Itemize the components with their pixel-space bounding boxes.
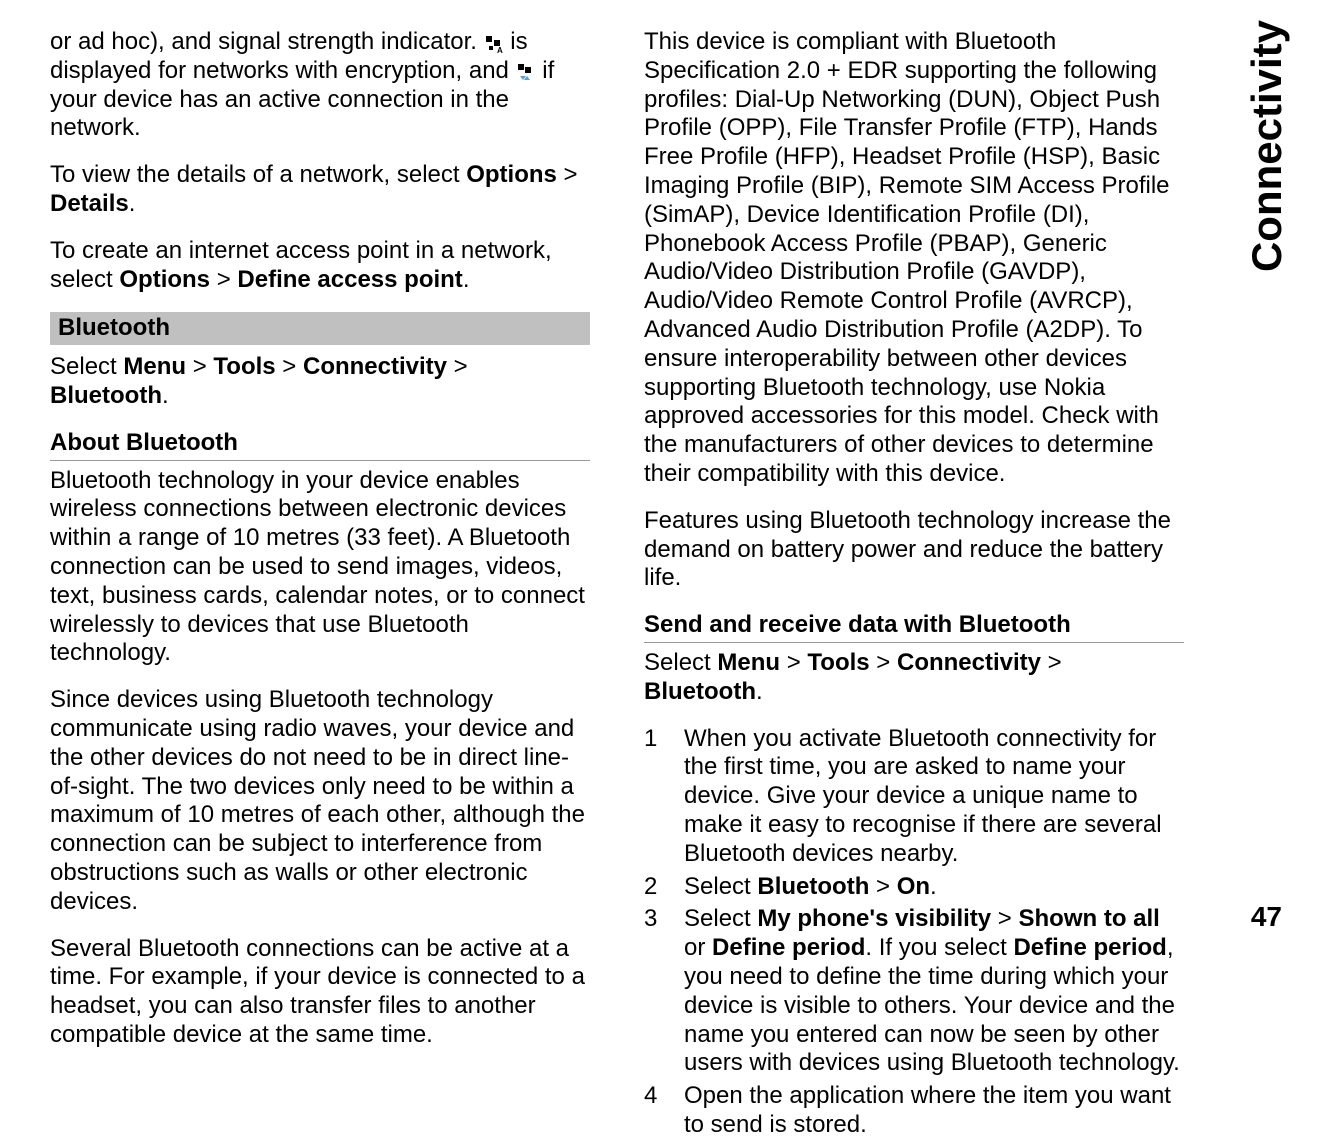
step-number: 1: [644, 725, 684, 869]
menu-option: Shown to all: [1019, 905, 1160, 932]
paragraph: or ad hoc), and signal strength indicato…: [50, 28, 590, 143]
steps-list: 1 When you activate Bluetooth connectivi…: [644, 725, 1184, 1140]
step-number: 4: [644, 1082, 684, 1140]
list-item: 3 Select My phone's visibility > Shown t…: [644, 905, 1184, 1078]
list-item: 2 Select Bluetooth > On.: [644, 873, 1184, 902]
step-number: 2: [644, 873, 684, 902]
separator: >: [276, 353, 303, 380]
menu-option: Bluetooth: [50, 382, 162, 409]
text: or: [684, 934, 712, 961]
menu-option: Define period: [712, 934, 865, 961]
paragraph: Several Bluetooth connections can be act…: [50, 935, 590, 1050]
separator: >: [447, 353, 468, 380]
text: . If you select: [865, 934, 1013, 961]
separator: >: [186, 353, 213, 380]
step-text: When you activate Bluetooth connectivity…: [684, 725, 1184, 869]
text: or ad hoc), and signal strength indicato…: [50, 28, 484, 55]
text: .: [129, 190, 136, 217]
paragraph: To create an internet access point in a …: [50, 237, 590, 295]
step-text: Select My phone's visibility > Shown to …: [684, 905, 1184, 1078]
separator: >: [1041, 649, 1062, 676]
menu-option: Menu: [717, 649, 780, 676]
text: Select: [50, 353, 123, 380]
separator: >: [991, 905, 1018, 932]
paragraph: Features using Bluetooth technology incr…: [644, 507, 1184, 593]
paragraph: This device is compliant with Bluetooth …: [644, 28, 1184, 489]
menu-option: Details: [50, 190, 129, 217]
paragraph: Bluetooth technology in your device enab…: [50, 467, 590, 669]
page-number: 47: [1251, 900, 1282, 934]
svg-text:A: A: [497, 46, 503, 54]
separator: >: [780, 649, 807, 676]
text: .: [756, 678, 763, 705]
connection-icon: [516, 61, 536, 81]
text: .: [463, 266, 470, 293]
paragraph: Select Menu > Tools > Connectivity > Blu…: [644, 649, 1184, 707]
menu-option: Define access point: [237, 266, 462, 293]
step-text: Open the application where the item you …: [684, 1082, 1184, 1140]
side-tab-label: Connectivity: [1242, 20, 1292, 272]
paragraph: Since devices using Bluetooth technology…: [50, 686, 590, 916]
menu-option: Tools: [807, 649, 869, 676]
subheading-about-bluetooth: About Bluetooth: [50, 429, 590, 461]
subheading-send-receive: Send and receive data with Bluetooth: [644, 611, 1184, 643]
paragraph: To view the details of a network, select…: [50, 161, 590, 219]
text: Select: [684, 905, 757, 932]
menu-option: Connectivity: [303, 353, 447, 380]
text: .: [162, 382, 169, 409]
step-text: Select Bluetooth > On.: [684, 873, 1184, 902]
text: .: [930, 873, 937, 900]
text: To view the details of a network, select: [50, 161, 466, 188]
list-item: 4 Open the application where the item yo…: [644, 1082, 1184, 1140]
menu-option: Bluetooth: [644, 678, 756, 705]
list-item: 1 When you activate Bluetooth connectivi…: [644, 725, 1184, 869]
separator: >: [557, 161, 578, 188]
section-heading-bluetooth: Bluetooth: [50, 312, 590, 345]
menu-option: Connectivity: [897, 649, 1041, 676]
separator: >: [869, 873, 896, 900]
step-number: 3: [644, 905, 684, 1078]
menu-option: Bluetooth: [757, 873, 869, 900]
menu-option: Options: [119, 266, 210, 293]
separator: >: [210, 266, 237, 293]
menu-option: My phone's visibility: [757, 905, 991, 932]
menu-option: Menu: [123, 353, 186, 380]
paragraph: Select Menu > Tools > Connectivity > Blu…: [50, 353, 590, 411]
menu-option: On: [897, 873, 930, 900]
encryption-icon: A: [484, 33, 504, 53]
separator: >: [870, 649, 897, 676]
menu-option: Define period: [1013, 934, 1166, 961]
left-column: or ad hoc), and signal strength indicato…: [50, 28, 590, 1144]
text: Select: [684, 873, 757, 900]
menu-option: Tools: [213, 353, 275, 380]
text: Select: [644, 649, 717, 676]
menu-option: Options: [466, 161, 557, 188]
right-column: This device is compliant with Bluetooth …: [644, 28, 1184, 1144]
